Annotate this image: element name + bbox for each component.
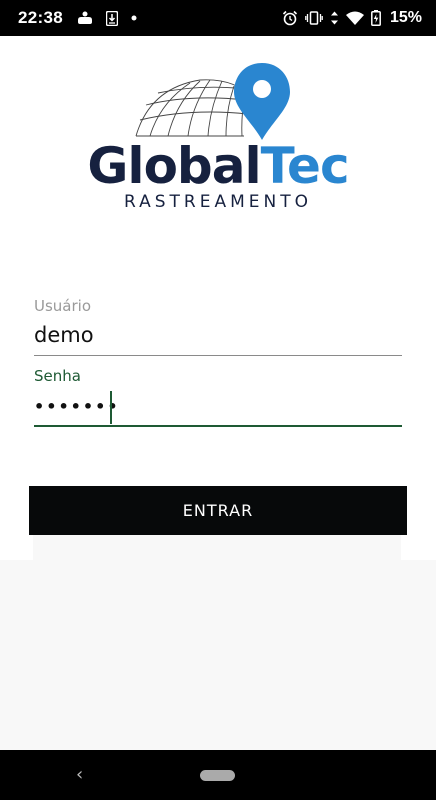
battery-percent: 15% [389, 9, 422, 26]
password-input[interactable]: ••••••• [34, 397, 120, 416]
username-label: Usuário [34, 297, 92, 315]
notification-icons [77, 10, 137, 26]
map-pin-icon [234, 63, 290, 140]
bottom-panel [0, 560, 436, 750]
status-bar: 22:38 15% [0, 0, 436, 36]
data-arrows-icon [330, 11, 338, 25]
password-underline [34, 425, 402, 427]
dot-icon [131, 15, 137, 21]
battery-charging-icon [371, 10, 381, 26]
vibrate-icon [305, 11, 323, 25]
system-icons: 15% [282, 9, 422, 27]
wifi-icon [345, 11, 364, 25]
download-icon [105, 10, 118, 26]
gamepad-icon [77, 11, 92, 24]
username-underline [34, 355, 402, 356]
brand-global: Global [87, 137, 261, 195]
login-button[interactable]: ENTRAR [29, 486, 407, 535]
alarm-icon [282, 10, 298, 26]
brand-tagline: RASTREAMENTO [123, 192, 312, 212]
back-icon[interactable]: ‹ [76, 764, 83, 785]
brand-tec: Tec [260, 137, 350, 195]
text-cursor [110, 391, 112, 424]
username-input[interactable]: demo [34, 323, 94, 347]
panel-strip [33, 535, 401, 560]
brand-name: GlobalTec [0, 138, 436, 194]
home-pill-icon[interactable] [200, 770, 235, 781]
status-time: 22:38 [18, 8, 63, 27]
password-label: Senha [34, 367, 81, 385]
